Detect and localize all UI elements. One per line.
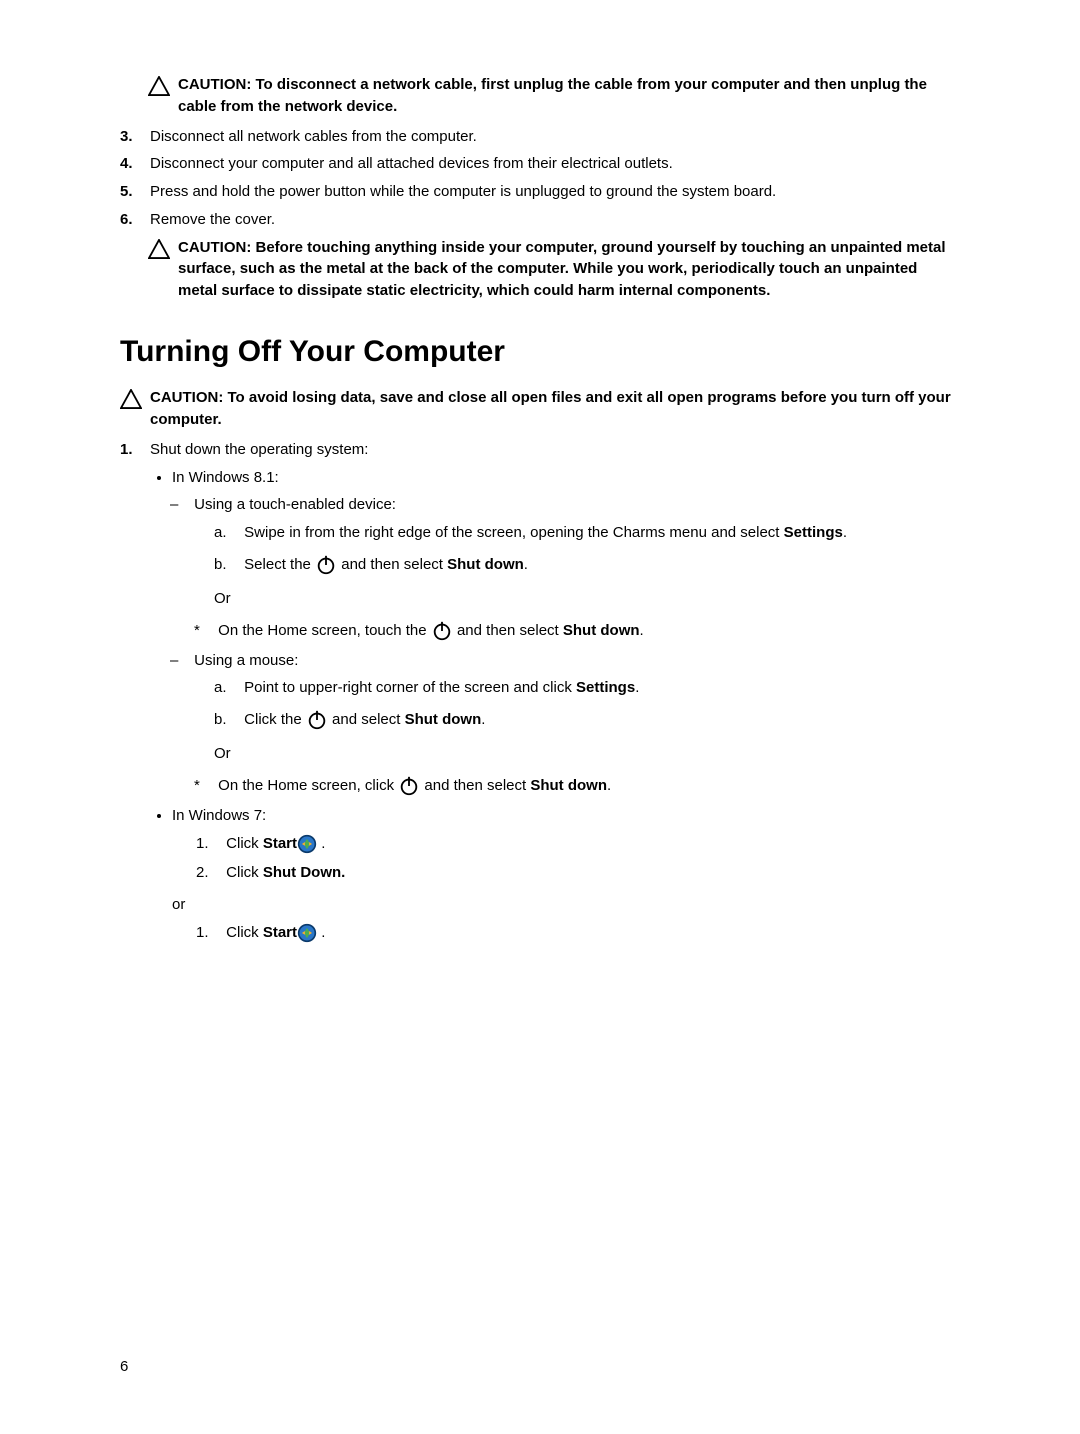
step-text: Select the and then select Shut down. [244, 556, 528, 573]
method-label: Using a mouse: [194, 652, 298, 669]
mouse-alt: On the Home screen, click and then selec… [190, 775, 960, 797]
mouse-step-b: b. Click the and select Shut down. [214, 709, 960, 731]
os-label: In Windows 7: [172, 807, 266, 824]
or-label: Or [214, 743, 960, 765]
step-number: 5. [120, 181, 138, 203]
os-label: In Windows 8.1: [172, 469, 279, 486]
windows-81: In Windows 8.1: Using a touch-enabled de… [172, 467, 960, 797]
caution-ground-yourself: CAUTION: Before touching anything inside… [148, 237, 960, 302]
step-number: 1. [120, 439, 138, 952]
step-letter: a. [214, 522, 240, 544]
power-icon [398, 775, 420, 797]
step-text: Swipe in from the right edge of the scre… [244, 524, 847, 541]
step-text: Point to upper-right corner of the scree… [244, 679, 639, 696]
touch-alt: On the Home screen, touch the and then s… [190, 620, 960, 642]
step-3: 3. Disconnect all network cables from th… [120, 126, 960, 148]
mouse-step-a: a. Point to upper-right corner of the sc… [214, 677, 960, 699]
caution-icon [148, 76, 170, 96]
win7-alt-step-1: 1. Click Start . [196, 922, 960, 944]
power-icon [306, 709, 328, 731]
step-5: 5. Press and hold the power button while… [120, 181, 960, 203]
intro-text: Shut down the operating system: [150, 439, 960, 461]
step-number: 3. [120, 126, 138, 148]
step-6: 6. Remove the cover. [120, 209, 960, 231]
step-number: 4. [120, 153, 138, 175]
caution-text: CAUTION: Before touching anything inside… [178, 237, 960, 302]
mouse-method: Using a mouse: a. Point to upper-right c… [190, 650, 960, 797]
step-body: Shut down the operating system: In Windo… [150, 439, 960, 952]
caution-icon [120, 389, 142, 409]
touch-step-b: b. Select the and then select Shut down. [214, 554, 960, 576]
step-letter: b. [214, 709, 240, 731]
win7-step-1: 1. Click Start . [196, 833, 960, 855]
os-list: In Windows 8.1: Using a touch-enabled de… [150, 467, 960, 944]
step-text: Disconnect your computer and all attache… [150, 153, 960, 175]
shutdown-steps: 1. Shut down the operating system: In Wi… [120, 439, 960, 952]
step-4: 4. Disconnect your computer and all atta… [120, 153, 960, 175]
caution-icon [148, 239, 170, 259]
power-icon [431, 620, 453, 642]
caution-data-loss: CAUTION: To avoid losing data, save and … [120, 387, 960, 431]
step-num: 2. [196, 862, 222, 884]
win7-step-2: 2. Click Shut Down. [196, 862, 960, 884]
mouse-steps: a. Point to upper-right corner of the sc… [190, 677, 960, 731]
step-text: Press and hold the power button while th… [150, 181, 960, 203]
start-orb-icon [297, 834, 317, 854]
pre-steps-list: 3. Disconnect all network cables from th… [120, 126, 960, 231]
touch-alt-step: On the Home screen, touch the and then s… [214, 620, 960, 642]
step-text: Remove the cover. [150, 209, 960, 231]
step-1: 1. Shut down the operating system: In Wi… [120, 439, 960, 952]
start-orb-icon [297, 923, 317, 943]
windows-7: In Windows 7: 1. Click Start . 2. Click … [172, 805, 960, 944]
step-number: 6. [120, 209, 138, 231]
or-label: Or [214, 588, 960, 610]
mouse-alt-step: On the Home screen, click and then selec… [214, 775, 960, 797]
step-text: Click the and select Shut down. [244, 711, 485, 728]
caution-text: CAUTION: To avoid losing data, save and … [150, 387, 960, 431]
step-letter: b. [214, 554, 240, 576]
section-title: Turning Off Your Computer [120, 330, 960, 374]
step-letter: a. [214, 677, 240, 699]
power-icon [315, 554, 337, 576]
caution-network-cable: CAUTION: To disconnect a network cable, … [148, 74, 960, 118]
win7-steps: 1. Click Start . 2. Click Shut Down. [172, 833, 960, 885]
page-number: 6 [120, 1356, 128, 1378]
win7-steps-alt: 1. Click Start . [172, 922, 960, 944]
step-num: 1. [196, 833, 222, 855]
touch-step-a: a. Swipe in from the right edge of the s… [214, 522, 960, 544]
method-list: Using a touch-enabled device: a. Swipe i… [172, 494, 960, 797]
or-label: or [172, 894, 960, 916]
touch-method: Using a touch-enabled device: a. Swipe i… [190, 494, 960, 641]
method-label: Using a touch-enabled device: [194, 496, 396, 513]
touch-steps: a. Swipe in from the right edge of the s… [190, 522, 960, 576]
step-num: 1. [196, 922, 222, 944]
step-text: Disconnect all network cables from the c… [150, 126, 960, 148]
caution-text: CAUTION: To disconnect a network cable, … [178, 74, 960, 118]
